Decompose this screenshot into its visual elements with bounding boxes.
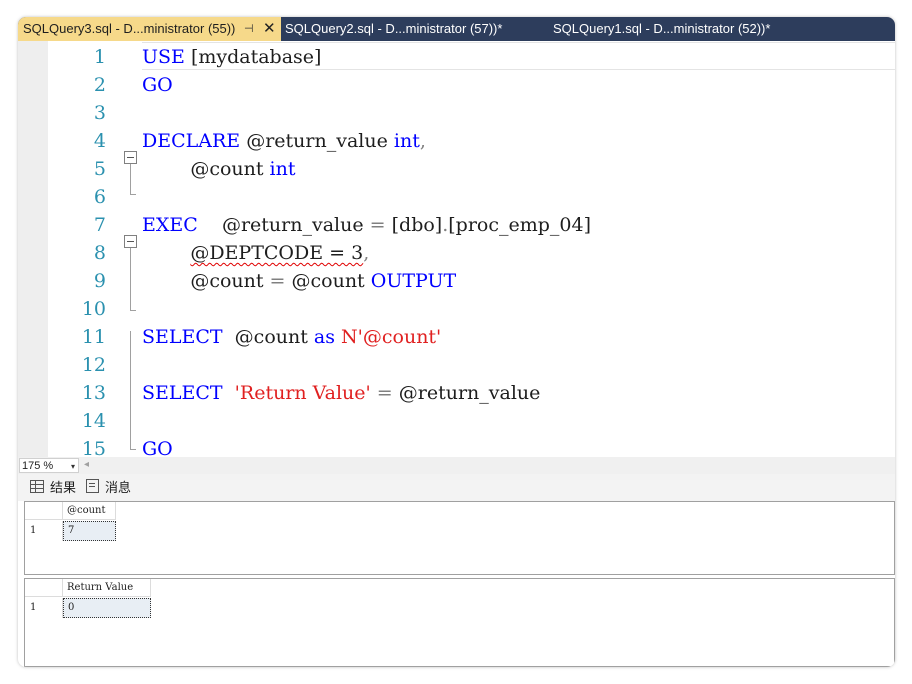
identifier: [proc_emp_04] xyxy=(448,214,592,236)
code-line-4: DECLARE @return_value int, xyxy=(142,127,426,155)
variable: @return_value xyxy=(197,214,370,236)
code-line-7: EXEC @return_value = [dbo].[proc_emp_04] xyxy=(142,211,591,239)
row-number[interactable]: 1 xyxy=(25,521,63,541)
chevron-down-icon: ▾ xyxy=(70,462,75,471)
tab-sqlquery2[interactable]: SQLQuery2.sql - D...ministrator (57))* xyxy=(281,17,546,41)
tab-label: SQLQuery2.sql - D...ministrator (57))* xyxy=(285,21,503,36)
keyword: GO xyxy=(142,74,173,96)
keyword: GO xyxy=(142,438,173,457)
tab-label: SQLQuery3.sql - D...ministrator (55)) xyxy=(23,21,236,36)
line-number: 2 xyxy=(93,74,106,96)
grid-corner[interactable] xyxy=(25,579,63,597)
code-line-2: GO xyxy=(142,71,173,99)
line-number: 1 xyxy=(93,46,106,68)
collapse-exec-icon[interactable] xyxy=(124,235,137,248)
tab-label: 消息 xyxy=(105,480,132,495)
result-cell[interactable]: 7 xyxy=(63,521,116,541)
fold-guide xyxy=(130,331,131,449)
tab-results[interactable]: 结果 xyxy=(30,479,76,497)
column-header[interactable]: @count xyxy=(63,502,116,520)
keyword: SELECT xyxy=(142,382,223,404)
variable: @count xyxy=(222,326,314,348)
line-number: 11 xyxy=(81,326,106,348)
scroll-left-icon[interactable]: ◂ xyxy=(84,459,89,470)
query-window: SQLQuery3.sql - D...ministrator (55)) ⊣ … xyxy=(18,17,895,667)
line-number: 15 xyxy=(81,438,106,457)
variable: @count xyxy=(285,270,371,292)
line-number: 5 xyxy=(93,158,106,180)
fold-guide xyxy=(130,164,131,194)
string: N'@count' xyxy=(334,326,442,348)
keyword: SELECT xyxy=(142,326,223,348)
column-header[interactable]: Return Value xyxy=(63,579,151,597)
code-line-15: GO xyxy=(142,435,173,457)
collapse-declare-icon[interactable] xyxy=(124,151,137,164)
row-number[interactable]: 1 xyxy=(25,598,63,618)
punct: , xyxy=(419,130,426,152)
result-grid-1[interactable]: @count 1 7 xyxy=(24,501,895,575)
editor-status-bar: 175 % ▾ ◂ xyxy=(18,457,895,474)
code-line-5: @count int xyxy=(142,155,296,183)
document-tab-strip: SQLQuery3.sql - D...ministrator (55)) ⊣ … xyxy=(18,17,895,41)
code-line-1: USE [mydatabase] xyxy=(142,43,321,71)
operator: = xyxy=(370,382,393,404)
line-number: 10 xyxy=(81,298,106,320)
variable: @count xyxy=(142,270,270,292)
fold-guide-end xyxy=(130,449,136,450)
line-number: 9 xyxy=(93,270,106,292)
variable: @return_value xyxy=(240,130,394,152)
line-number: 3 xyxy=(93,102,106,124)
line-number: 4 xyxy=(93,130,106,152)
close-icon[interactable]: ✕ xyxy=(263,17,276,41)
zoom-value: 175 % xyxy=(22,460,54,472)
tab-sqlquery1[interactable]: SQLQuery1.sql - D...ministrator (52))* xyxy=(546,17,826,41)
line-number: 7 xyxy=(93,214,106,236)
grid-icon xyxy=(30,480,44,493)
line-number: 8 xyxy=(93,242,106,264)
code-line-9: @count = @count OUTPUT xyxy=(142,267,456,295)
type: int xyxy=(393,130,420,152)
keyword: USE xyxy=(142,46,185,68)
line-number: 12 xyxy=(81,354,106,376)
tab-messages[interactable]: 消息 xyxy=(86,479,131,497)
variable: @count xyxy=(142,158,270,180)
line-number: 14 xyxy=(81,410,106,432)
tab-sqlquery3[interactable]: SQLQuery3.sql - D...ministrator (55)) ⊣ … xyxy=(18,17,281,41)
result-cell[interactable]: 0 xyxy=(63,598,151,618)
operator: = xyxy=(369,214,386,236)
result-grid-2[interactable]: Return Value 1 0 xyxy=(24,578,895,667)
message-icon xyxy=(86,479,99,493)
zoom-dropdown[interactable]: 175 % ▾ xyxy=(19,458,79,473)
tab-label: 结果 xyxy=(50,480,77,495)
tab-label: SQLQuery1.sql - D...ministrator (52))* xyxy=(553,21,771,36)
operator: = xyxy=(269,270,286,292)
pin-icon[interactable]: ⊣ xyxy=(244,17,254,41)
keyword: EXEC xyxy=(142,214,198,236)
line-numbers: 1 2 3 4 5 6 7 8 9 10 11 12 13 14 15 xyxy=(48,41,108,457)
fold-guide-end xyxy=(130,194,136,195)
code-line-8: @DEPTCODE = 3, xyxy=(142,239,369,267)
identifier: [mydatabase] xyxy=(184,46,322,68)
keyword: as xyxy=(313,326,335,348)
keyword: DECLARE xyxy=(142,130,241,152)
punct: , xyxy=(363,242,370,264)
code-line-11: SELECT @count as N'@count' xyxy=(142,323,441,351)
code-area[interactable]: USE [mydatabase] GO DECLARE @return_valu… xyxy=(142,41,895,457)
string: 'Return Value' xyxy=(222,382,371,404)
sql-editor[interactable]: 1 2 3 4 5 6 7 8 9 10 11 12 13 14 15 USE … xyxy=(18,41,895,457)
identifier: [dbo] xyxy=(385,214,443,236)
fold-guide xyxy=(130,248,131,310)
code-line-13: SELECT 'Return Value' = @return_value xyxy=(142,379,540,407)
fold-guide-end xyxy=(130,310,136,311)
variable: @return_value xyxy=(392,382,541,404)
line-number: 6 xyxy=(93,186,106,208)
error-parameter: @DEPTCODE = 3 xyxy=(190,242,364,264)
keyword: OUTPUT xyxy=(370,270,457,292)
results-tab-bar: 结果 消息 xyxy=(18,474,895,501)
type: int xyxy=(269,158,296,180)
line-number: 13 xyxy=(81,382,106,404)
grid-corner[interactable] xyxy=(25,502,63,520)
breakpoint-margin[interactable] xyxy=(18,41,48,457)
